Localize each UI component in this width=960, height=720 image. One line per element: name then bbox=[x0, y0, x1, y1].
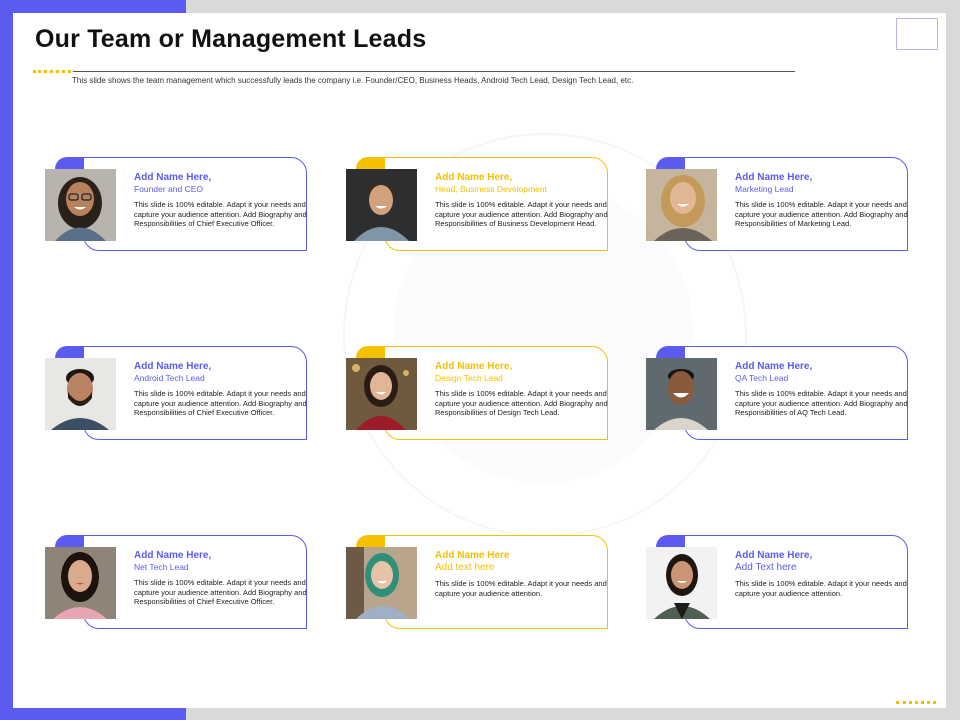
man-smiling-photo bbox=[346, 169, 417, 241]
member-role: Add Text here bbox=[735, 562, 797, 573]
member-name: Add Name Here, bbox=[435, 361, 513, 372]
team-card: Add Name Here, Add Text here This slide … bbox=[646, 535, 918, 629]
member-role: Add text here bbox=[435, 562, 495, 573]
member-name: Add Name Here, bbox=[735, 172, 813, 183]
member-description: This slide is 100% editable. Adapt it yo… bbox=[735, 579, 907, 598]
title-underline bbox=[73, 71, 795, 72]
member-name: Add Name Here, bbox=[134, 172, 212, 183]
bottom-frame-band bbox=[186, 708, 960, 720]
member-description: This slide is 100% editable. Adapt it yo… bbox=[134, 389, 307, 418]
member-name: Add Name Here, bbox=[134, 361, 212, 372]
right-frame-band bbox=[946, 0, 960, 720]
man-grin-photo bbox=[646, 358, 717, 430]
team-card: Add Name Here Add text here This slide i… bbox=[346, 535, 618, 629]
woman-red-sweater-photo bbox=[346, 358, 417, 430]
slide: Our Team or Management Leads This slide … bbox=[13, 13, 946, 708]
team-card: Add Name Here, Net Tech Lead This slide … bbox=[45, 535, 317, 629]
member-description: This slide is 100% editable. Adapt it yo… bbox=[735, 200, 908, 229]
member-name: Add Name Here, bbox=[735, 361, 813, 372]
team-card: Add Name Here, Design Tech Lead This sli… bbox=[346, 346, 618, 440]
member-name: Add Name Here, bbox=[134, 550, 212, 561]
woman-pink-photo bbox=[45, 547, 116, 619]
page-subtitle: This slide shows the team management whi… bbox=[72, 76, 634, 85]
woman-glasses-photo bbox=[45, 169, 116, 241]
member-role: Head, Business Development bbox=[435, 184, 547, 194]
member-name: Add Name Here, bbox=[435, 172, 513, 183]
member-role: Marketing Lead bbox=[735, 184, 794, 194]
member-role: Android Tech Lead bbox=[134, 373, 205, 383]
member-role: Net Tech Lead bbox=[134, 562, 189, 572]
member-name: Add Name Here, bbox=[735, 550, 813, 561]
top-frame-band bbox=[186, 0, 960, 14]
team-card: Add Name Here, Founder and CEO This slid… bbox=[45, 157, 317, 251]
title-dots-decoration bbox=[33, 70, 71, 73]
team-card: Add Name Here, Android Tech Lead This sl… bbox=[45, 346, 317, 440]
member-description: This slide is 100% editable. Adapt it yo… bbox=[435, 389, 608, 418]
woman-jacket-photo bbox=[646, 547, 717, 619]
bottom-dots-decoration bbox=[896, 701, 936, 704]
member-role: Design Tech Lead bbox=[435, 373, 503, 383]
member-role: Founder and CEO bbox=[134, 184, 203, 194]
corner-decoration bbox=[896, 18, 938, 50]
member-description: This slide is 100% editable. Adapt it yo… bbox=[435, 200, 608, 229]
member-description: This slide is 100% editable. Adapt it yo… bbox=[435, 579, 607, 598]
blonde-woman-photo bbox=[646, 169, 717, 241]
member-description: This slide is 100% editable. Adapt it yo… bbox=[134, 200, 307, 229]
team-card: Add Name Here, Head, Business Developmen… bbox=[346, 157, 618, 251]
team-card: Add Name Here, QA Tech Lead This slide i… bbox=[646, 346, 918, 440]
page-title: Our Team or Management Leads bbox=[35, 25, 427, 53]
woman-green-hair-photo bbox=[346, 547, 417, 619]
member-role: QA Tech Lead bbox=[735, 373, 789, 383]
member-name: Add Name Here bbox=[435, 550, 510, 561]
member-description: This slide is 100% editable. Adapt it yo… bbox=[134, 578, 307, 607]
bearded-man-photo bbox=[45, 358, 116, 430]
team-card: Add Name Here, Marketing Lead This slide… bbox=[646, 157, 918, 251]
member-description: This slide is 100% editable. Adapt it yo… bbox=[735, 389, 908, 418]
